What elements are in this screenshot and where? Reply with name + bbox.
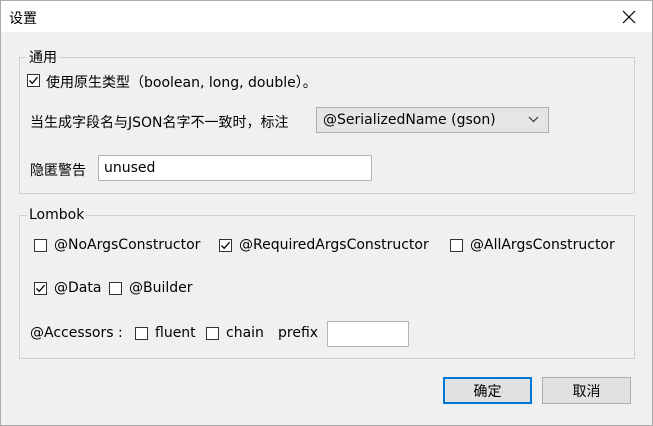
builder-label: @Builder [129, 280, 193, 296]
use-primitive-checkbox[interactable] [27, 74, 40, 87]
fluent-label: fluent [155, 325, 196, 341]
close-icon [622, 10, 636, 23]
prefix-input[interactable] [327, 321, 409, 347]
data-checkbox[interactable] [34, 282, 47, 295]
chevron-down-icon [528, 116, 539, 123]
close-button[interactable] [606, 1, 652, 32]
all-args-constructor-checkbox[interactable] [450, 239, 463, 252]
prefix-label: prefix [278, 325, 319, 341]
use-primitive-label: 使用原生类型（boolean, long, double）。 [46, 75, 317, 91]
suppress-warnings-input[interactable]: unused [98, 155, 372, 181]
no-args-constructor-checkbox[interactable] [34, 239, 47, 252]
suppress-warnings-value: unused [104, 160, 156, 176]
annotation-select-value: @SerializedName (gson) [323, 112, 496, 128]
all-args-constructor-label: @AllArgsConstructor [470, 237, 615, 253]
annotation-select[interactable]: @SerializedName (gson) [316, 107, 549, 133]
builder-checkbox[interactable] [109, 282, 122, 295]
chain-label: chain [226, 325, 264, 341]
checkmark-icon [36, 284, 45, 293]
annotation-label: 当生成字段名与JSON名字不一致时，标注 [30, 115, 289, 131]
general-group-legend: 通用 [29, 50, 57, 66]
cancel-button[interactable]: 取消 [542, 377, 631, 404]
checkmark-icon [221, 241, 230, 250]
chain-checkbox[interactable] [206, 327, 219, 340]
settings-dialog: 设置 通用 使用原生类型（boolean, long, double）。 当生成… [0, 0, 653, 426]
accessors-label: @Accessors : [30, 325, 123, 341]
fluent-checkbox[interactable] [135, 327, 148, 340]
required-args-constructor-checkbox[interactable] [219, 239, 232, 252]
window-title: 设置 [9, 11, 37, 27]
ok-button[interactable]: 确定 [443, 377, 532, 404]
suppress-warnings-label: 隐匿警告 [30, 163, 86, 179]
data-label: @Data [54, 280, 102, 296]
lombok-group-legend: Lombok [29, 207, 85, 223]
checkmark-icon [29, 76, 38, 85]
no-args-constructor-label: @NoArgsConstructor [54, 237, 201, 253]
required-args-constructor-label: @RequiredArgsConstructor [239, 237, 429, 253]
title-bar[interactable]: 设置 [1, 1, 652, 32]
